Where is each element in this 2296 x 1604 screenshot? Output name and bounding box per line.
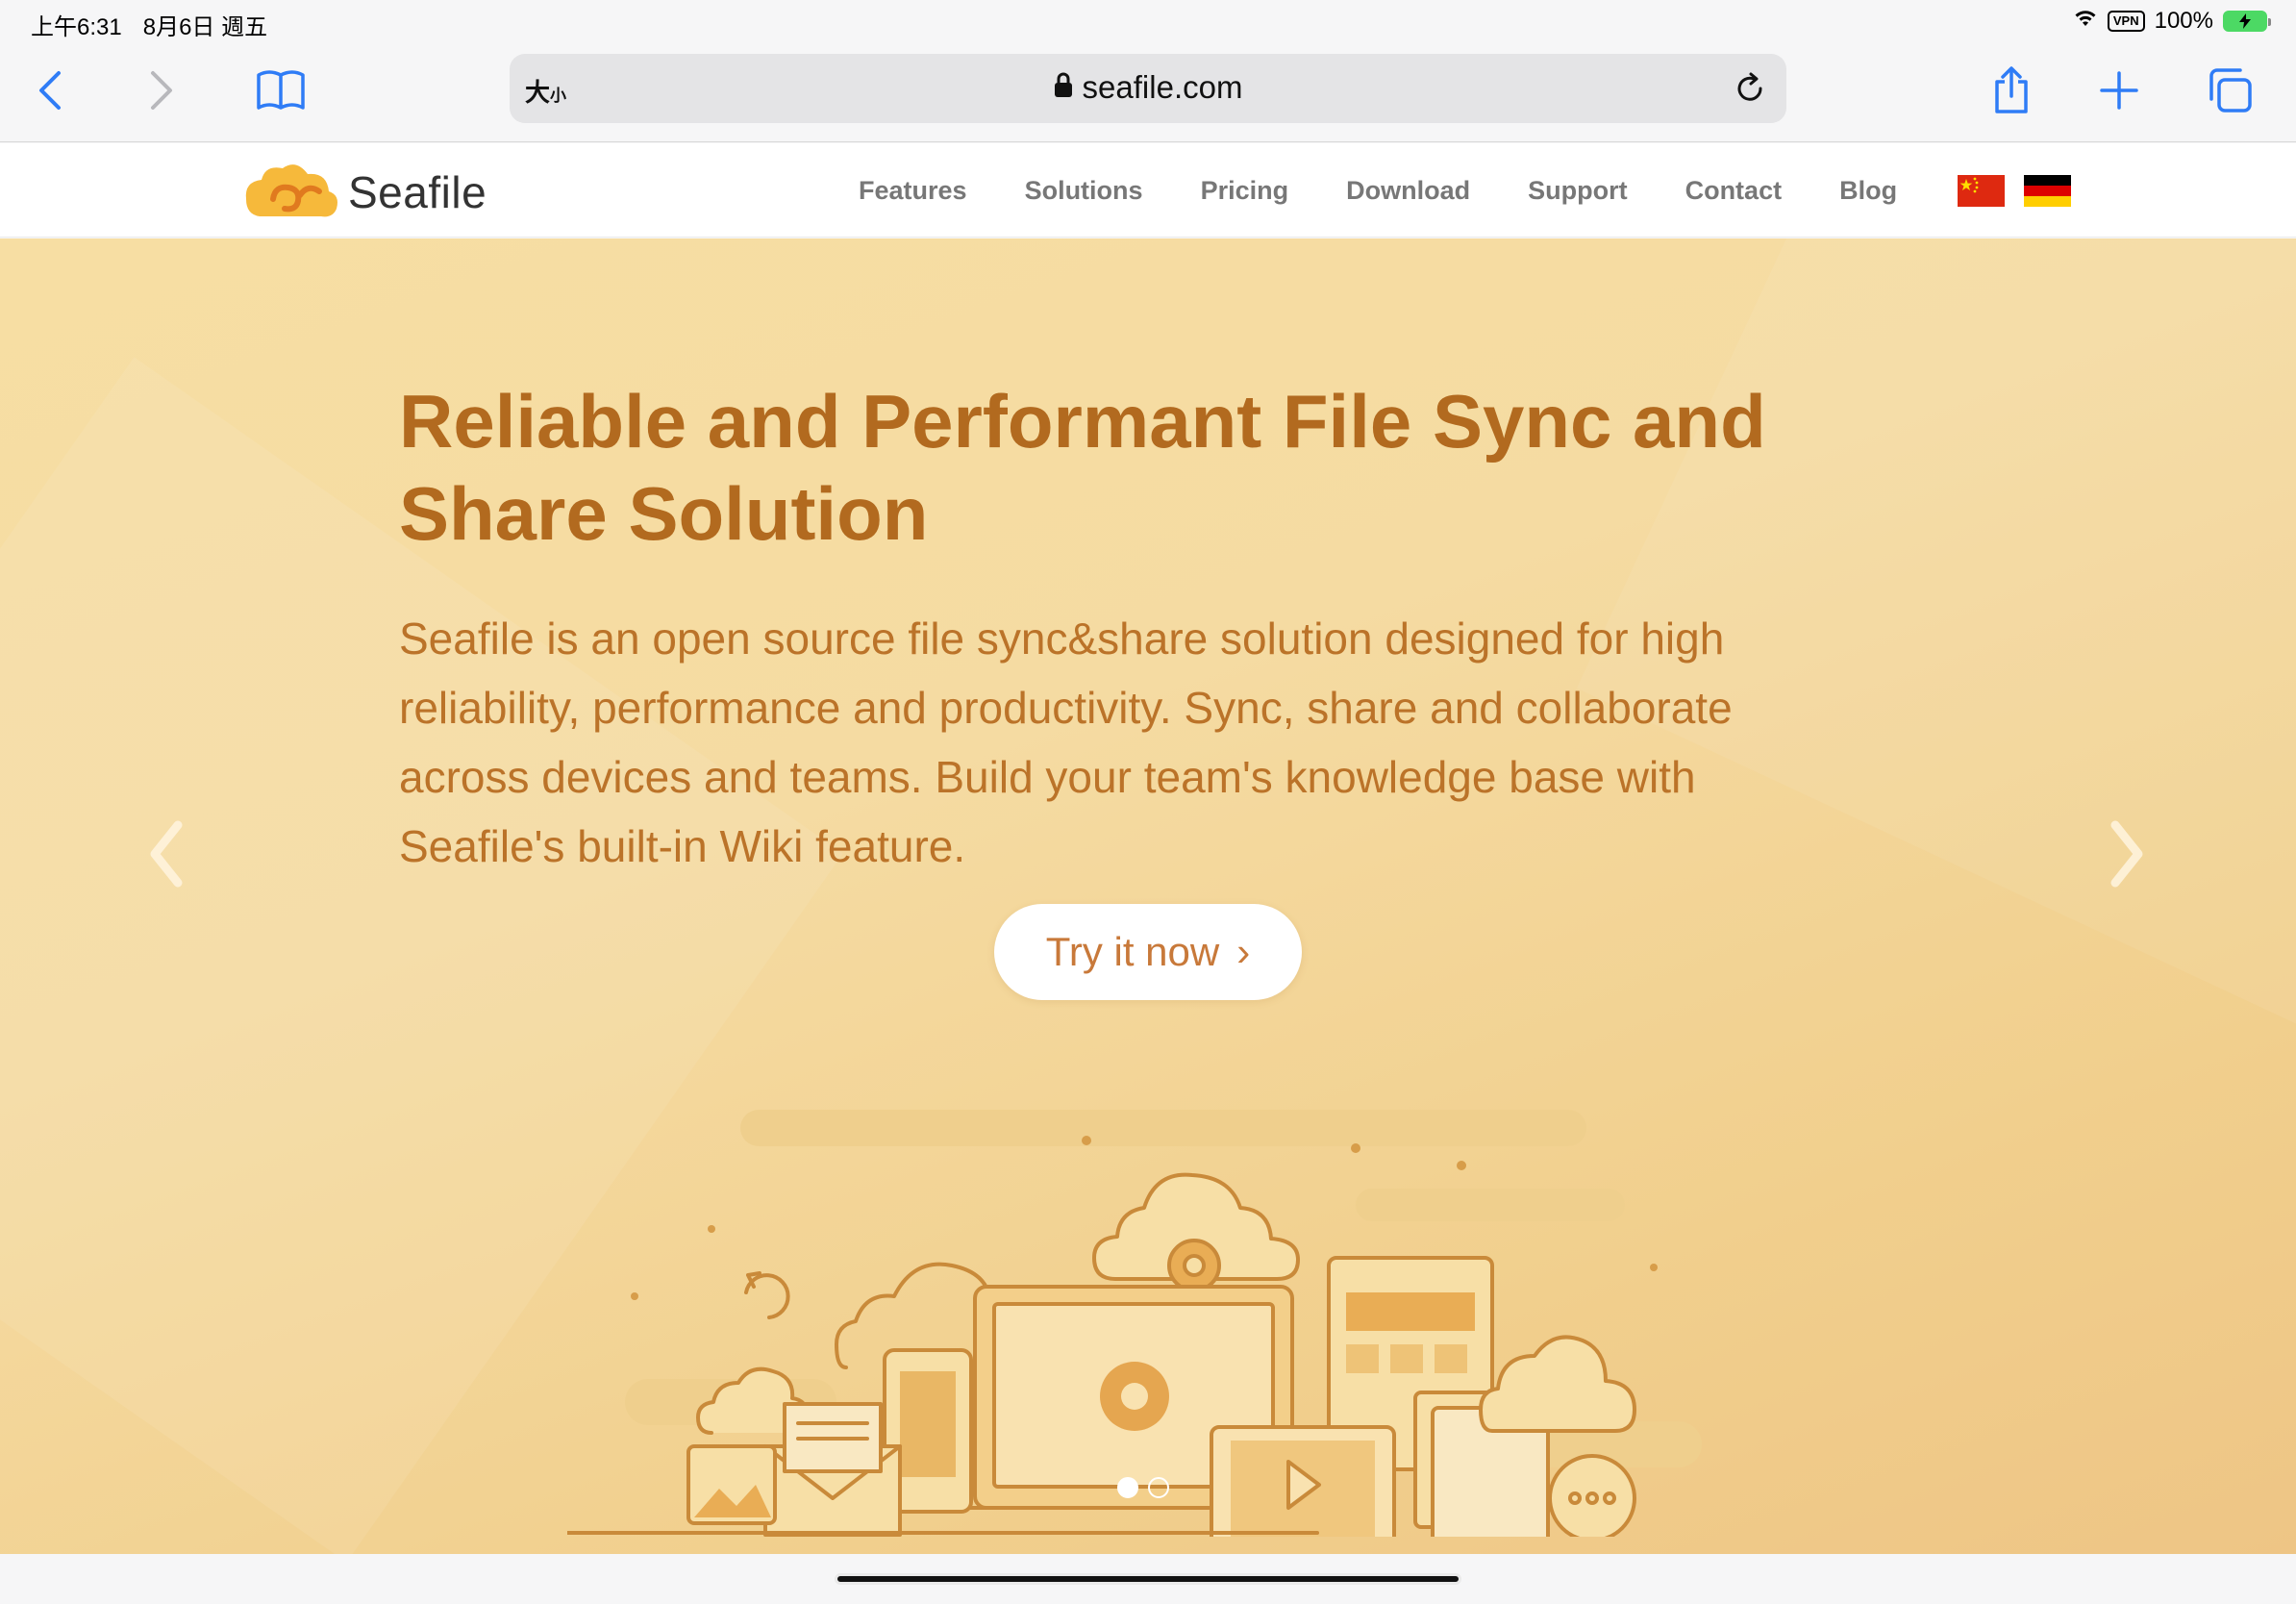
status-time: 上午6:31 — [31, 14, 122, 40]
wifi-icon — [2073, 8, 2098, 35]
home-indicator[interactable] — [835, 1573, 1461, 1585]
address-bar[interactable]: 大小 seafile.com — [510, 54, 1786, 123]
nav-blog[interactable]: Blog — [1839, 176, 1897, 206]
nav-contact[interactable]: Contact — [1685, 176, 1783, 206]
carousel-prev-button[interactable] — [139, 815, 197, 892]
hero-illustration — [565, 1104, 1721, 1552]
carousel-dot-1[interactable] — [1117, 1477, 1138, 1498]
vpn-badge: VPN — [2107, 11, 2145, 32]
nav-solutions[interactable]: Solutions — [1025, 176, 1143, 206]
carousel-next-button[interactable] — [2096, 815, 2154, 892]
carousel-dot-2[interactable] — [1148, 1477, 1169, 1498]
nav-features[interactable]: Features — [859, 176, 967, 206]
seafile-logo[interactable]: Seafile — [240, 157, 487, 227]
site-nav: Seafile Features Solutions Pricing Downl… — [0, 143, 2296, 238]
reload-icon[interactable] — [1733, 71, 1767, 111]
lock-icon — [1054, 69, 1073, 106]
hero-carousel: Reliable and Performant File Sync and Sh… — [0, 238, 2296, 1554]
nav-support[interactable]: Support — [1528, 176, 1627, 206]
germany-flag-icon[interactable] — [2024, 175, 2071, 207]
forward-button[interactable] — [133, 62, 190, 119]
url-text: seafile.com — [1082, 69, 1243, 105]
chevron-right-icon: › — [1236, 929, 1251, 974]
china-flag-icon[interactable] — [1958, 175, 2005, 207]
hero-title: Reliable and Performant File Sync and Sh… — [399, 379, 1766, 556]
cta-label: Try it now — [1045, 929, 1220, 974]
tabs-overview-icon[interactable] — [2202, 62, 2259, 119]
status-bar: 上午6:31 8月6日 週五 VPN 100% — [0, 0, 2296, 44]
nav-pricing[interactable]: Pricing — [1201, 176, 1289, 206]
seafile-logo-icon — [240, 157, 342, 227]
try-it-now-button[interactable]: Try it now › — [994, 904, 1302, 1000]
nav-download[interactable]: Download — [1346, 176, 1470, 206]
bottom-bar — [0, 1554, 2296, 1604]
hero-description: Seafile is an open source file sync&shar… — [399, 614, 1733, 871]
battery-percent: 100% — [2154, 8, 2213, 34]
battery-icon — [2223, 11, 2271, 32]
new-tab-icon[interactable] — [2090, 62, 2148, 119]
carousel-dots — [1117, 1477, 1169, 1498]
nav-links: Features Solutions Pricing Download Supp… — [859, 176, 1955, 206]
bookmarks-icon[interactable] — [252, 62, 310, 119]
back-button[interactable] — [21, 62, 79, 119]
share-icon[interactable] — [1983, 62, 2040, 119]
logo-text: Seafile — [348, 166, 487, 217]
browser-toolbar: 大小 seafile.com — [0, 44, 2296, 142]
status-date: 8月6日 週五 — [142, 14, 268, 40]
